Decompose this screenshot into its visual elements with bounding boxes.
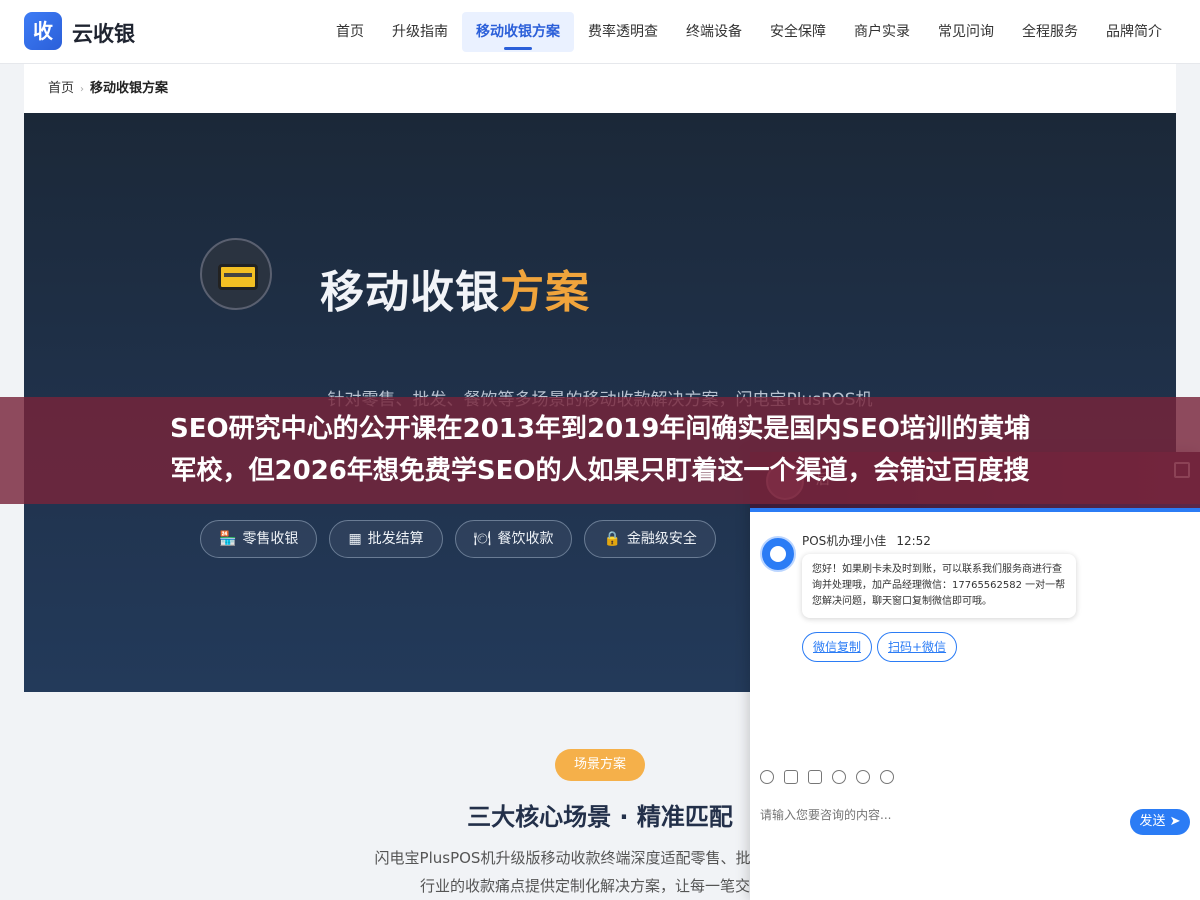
section-tag: 场景方案 [555,749,645,781]
hero-title: 移动收银方案 [320,256,590,320]
pill-label: 批发结算 [367,531,424,547]
breadcrumb-home[interactable]: 首页 [48,81,74,96]
quick-reply-scan-wechat[interactable]: 扫码+微信 [877,632,958,662]
nav-item-home[interactable]: 首页 [322,12,378,52]
lock-icon: 🔒 [603,531,621,547]
nav-item-fees[interactable]: 费率透明查 [574,12,672,52]
screenshot-icon[interactable] [808,770,822,784]
nav-item-faq[interactable]: 常见问询 [924,12,1008,52]
send-label: 发送 [1139,814,1166,829]
nav-item-mobile-pos[interactable]: 移动收银方案 [462,12,574,52]
breadcrumb-separator-icon: › [80,84,85,95]
pill-label: 金融级安全 [626,531,697,547]
hero-title-main: 移动收银 [320,267,500,318]
agent-avatar [760,536,796,572]
agent-message-bubble: 您好！如果刷卡未及时到账，可以联系我们服务商进行查询并处理哦，加产品经理微信：1… [802,554,1076,618]
pill-wholesale[interactable]: ▦ 批发结算 [329,520,443,558]
chat-accent-strip [750,508,1200,512]
breadcrumb: 首页 › 移动收银方案 [24,64,1176,113]
breadcrumb-current: 移动收银方案 [90,81,169,96]
top-nav-bar: 收 云收银 首页 升级指南 移动收银方案 费率透明查 终端设备 安全保障 商户实… [0,0,1200,64]
banner-line: SEO研究中心的公开课在2013年到2019年间确实是国内SEO培训的黄埔 [170,414,1030,444]
store-icon: 🏪 [219,531,237,547]
nav-item-security[interactable]: 安全保障 [756,12,840,52]
logo-icon[interactable]: 收 [24,12,62,50]
nav-item-cases[interactable]: 商户实录 [840,12,924,52]
grid-icon: ▦ [348,531,362,547]
nav-item-service[interactable]: 全程服务 [1008,12,1092,52]
main-nav: 首页 升级指南 移动收银方案 费率透明查 终端设备 安全保障 商户实录 常见问询… [322,12,1176,52]
chat-widget: 后 POS机办理小佳12:52 您好！如果刷卡未及时到账，可以联系我们服务商进行… [750,452,1200,900]
emoji-icon[interactable] [760,770,774,784]
scenario-pills: 🏪 零售收银 ▦ 批发结算 🍽 餐饮收款 🔒 金融级安全 [200,520,716,558]
wechat-icon[interactable] [880,770,894,784]
send-button[interactable]: 发送 ➤ [1130,809,1190,835]
banner-line: 军校，但2026年想免费学SEO的人如果只盯着这一个渠道，会错过百度搜 [170,456,1030,486]
pill-dining[interactable]: 🍽 餐饮收款 [454,520,573,558]
nav-item-devices[interactable]: 终端设备 [672,12,756,52]
overlay-text-banner: SEO研究中心的公开课在2013年到2019年间确实是国内SEO培训的黄埔 军校… [0,397,1200,504]
image-icon[interactable] [784,770,798,784]
nav-item-brand[interactable]: 品牌简介 [1092,12,1176,52]
pill-security[interactable]: 🔒 金融级安全 [584,520,716,558]
message-time: 12:52 [896,534,931,548]
voice-icon[interactable] [856,770,870,784]
pill-label: 餐饮收款 [497,531,554,547]
agent-meta: POS机办理小佳 12:52 [802,532,931,549]
rating-icon[interactable] [832,770,846,784]
utensils-icon: 🍽 [473,531,492,547]
agent-name: POS机办理小佳 [802,534,887,548]
hero-title-accent: 方案 [500,267,590,318]
nav-item-upgrade-guide[interactable]: 升级指南 [378,12,462,52]
chat-input[interactable] [760,800,1130,830]
pill-label: 零售收银 [242,531,299,547]
site-name[interactable]: 云收银 [72,18,135,48]
quick-reply-copy-wechat[interactable]: 微信复制 [802,632,873,662]
pill-retail[interactable]: 🏪 零售收银 [200,520,318,558]
credit-card-icon [200,238,272,310]
chat-toolbar [760,770,894,790]
